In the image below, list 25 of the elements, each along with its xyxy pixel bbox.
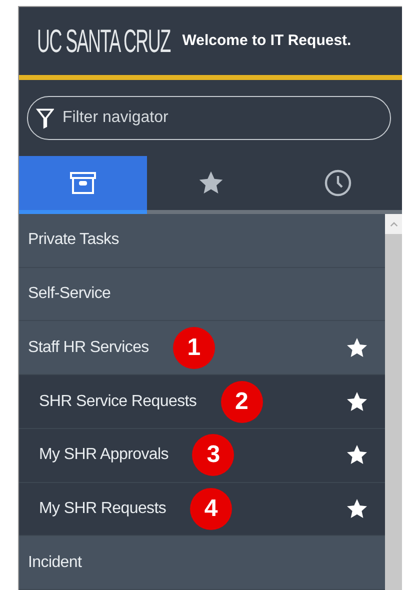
nav-label: Incident	[28, 552, 82, 573]
clock-icon	[324, 169, 352, 197]
number-badge: 3	[192, 434, 234, 476]
nav-tab[interactable]	[19, 156, 147, 210]
nav-item[interactable]: My SHR Requests 4	[19, 482, 385, 536]
nav-label: Staff HR Services	[28, 338, 149, 358]
welcome-text: Welcome to IT Request.	[182, 30, 352, 51]
nav-item[interactable]: Staff HR Services 1	[19, 321, 385, 376]
nav-label: Self-Service	[28, 284, 111, 304]
nav-label: SHR Service Requests	[39, 392, 197, 412]
filter-icon	[36, 106, 54, 130]
nav-item[interactable]: Private Tasks	[19, 214, 385, 268]
nav-item[interactable]: Incident	[19, 536, 385, 590]
number-badge: 4	[190, 488, 232, 530]
nav-label: My SHR Requests	[39, 498, 166, 519]
number-badge: 2	[220, 380, 263, 423]
nav-label: Private Tasks	[28, 230, 119, 250]
filter-input[interactable]: Filter navigator	[62, 106, 382, 130]
scrollbar[interactable]	[385, 214, 402, 590]
nav-label: My SHR Approvals	[39, 445, 168, 466]
number-badge: 1	[172, 326, 215, 369]
nav-item[interactable]: Self-Service	[19, 268, 385, 322]
archive-box-icon	[68, 171, 97, 195]
logo: UC SANTA CRUZ	[37, 22, 170, 61]
filter-field[interactable]: Filter navigator	[27, 96, 391, 140]
